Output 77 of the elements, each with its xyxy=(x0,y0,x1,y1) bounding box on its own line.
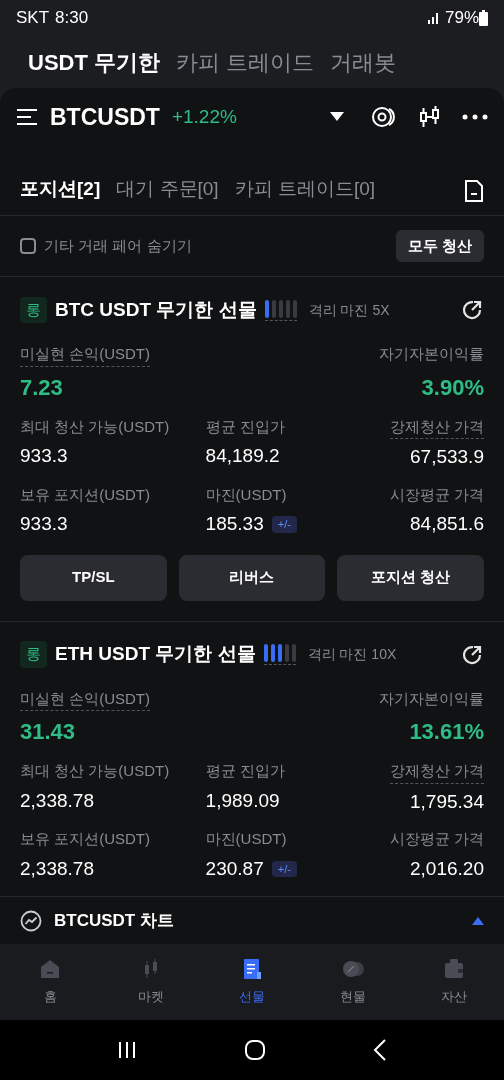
field-value: 1,795.34 xyxy=(410,789,484,814)
more-icon[interactable] xyxy=(462,114,488,120)
adjust-margin-button[interactable]: +/- xyxy=(271,516,297,533)
nav-tab[interactable]: 현물 xyxy=(302,944,404,1020)
expand-caret-icon[interactable] xyxy=(472,916,484,925)
checkbox-label: 기타 거래 페어 숨기기 xyxy=(44,235,192,256)
top-tab[interactable]: 거래봇 xyxy=(330,45,397,79)
clock: 8:30 xyxy=(55,7,89,30)
roe-label: 자기자본이익률 xyxy=(379,344,484,364)
pnl-label: 미실현 손익(USDT) xyxy=(20,687,150,711)
carrier: SKT xyxy=(16,7,50,30)
nav-tab[interactable]: 자산 xyxy=(403,944,504,1020)
hide-pairs-checkbox[interactable] xyxy=(20,238,36,254)
field-label: 보유 포지션(USDT) xyxy=(20,829,150,849)
top-tab[interactable]: 카피 트레이드 xyxy=(176,45,315,79)
field-value: 84,851.6 xyxy=(410,512,484,536)
field-value: 2,338.78 xyxy=(20,856,94,881)
position-title: ETH USDT 무기한 선물 xyxy=(55,642,256,667)
position-title: BTC USDT 무기한 선물 xyxy=(55,297,257,322)
field-label: 평균 진입가 xyxy=(205,761,285,781)
action-button[interactable]: 리버스 xyxy=(178,554,326,601)
roe-value: 13.61% xyxy=(409,718,484,746)
dropdown-caret-icon[interactable] xyxy=(330,112,344,122)
chart-icon xyxy=(20,909,42,932)
signal-icon xyxy=(426,11,441,25)
field-label: 시장평균 가격 xyxy=(389,484,484,505)
nav-tab[interactable]: 마켓 xyxy=(100,944,202,1020)
field-label: 마진(USDT) xyxy=(205,484,287,505)
field-value: 2,338.78 xyxy=(20,788,94,813)
field-value: 230.87 xyxy=(205,856,264,881)
field-label: 최대 청산 가능(USDT) xyxy=(20,416,170,437)
menu-icon[interactable] xyxy=(16,108,38,126)
battery-icon xyxy=(479,10,488,26)
action-button[interactable]: 포지션 청산 xyxy=(337,554,484,601)
long-badge: 롱 xyxy=(20,296,47,324)
field-label: 시장평균 가격 xyxy=(389,829,484,849)
pnl-value: 31.43 xyxy=(20,718,76,746)
adjust-margin-button[interactable]: +/- xyxy=(271,860,297,877)
share-icon[interactable] xyxy=(460,298,484,322)
field-value: 1,989.09 xyxy=(205,788,280,813)
field-value: 67,533.9 xyxy=(410,445,484,469)
roe-value: 3.90% xyxy=(421,373,484,402)
field-label: 보유 포지션(USDT) xyxy=(20,484,150,505)
document-icon[interactable] xyxy=(464,179,484,203)
field-value: 2,016.20 xyxy=(410,856,484,881)
pnl-label: 미실현 손익(USDT) xyxy=(20,343,150,367)
margin-mode: 격리 마진 10X xyxy=(307,645,397,664)
action-button[interactable]: TP/SL xyxy=(20,554,167,601)
price-change: +1.22% xyxy=(171,104,237,129)
position-tab[interactable]: 대기 주문[0] xyxy=(116,174,219,203)
roe-label: 자기자본이익률 xyxy=(379,688,484,709)
home-button-icon[interactable] xyxy=(244,1039,266,1061)
field-value: 84,189.2 xyxy=(205,444,280,468)
field-label: 마진(USDT) xyxy=(205,829,287,849)
long-badge: 롱 xyxy=(20,641,47,668)
position-tab[interactable]: 포지션[2] xyxy=(20,174,101,203)
field-label: 강제청산 가격 xyxy=(389,415,484,439)
recent-apps-icon[interactable] xyxy=(117,1040,138,1060)
field-value: 933.3 xyxy=(20,512,68,536)
close-all-button[interactable]: 모두 청산 xyxy=(395,230,484,262)
pnl-value: 7.23 xyxy=(20,373,63,402)
field-label: 평균 진입가 xyxy=(205,416,285,437)
chart-bar-label[interactable]: BTCUSDT 차트 xyxy=(54,907,174,934)
nav-tab[interactable]: 선물 xyxy=(201,944,303,1020)
back-icon[interactable] xyxy=(372,1039,387,1061)
symbol-title[interactable]: BTCUSDT xyxy=(50,99,160,135)
field-label: 최대 청산 가능(USDT) xyxy=(20,761,170,781)
nav-tab[interactable]: 홈 xyxy=(0,944,101,1020)
top-tab[interactable]: USDT 무기한 xyxy=(28,45,160,79)
field-value: 933.3 xyxy=(20,444,68,468)
field-value: 185.33 xyxy=(205,512,264,536)
concentric-rings-icon[interactable] xyxy=(372,106,398,128)
margin-mode: 격리 마진 5X xyxy=(308,300,390,320)
field-label: 강제청산 가격 xyxy=(389,760,484,784)
candlestick-icon[interactable] xyxy=(418,105,442,129)
position-tab[interactable]: 카피 트레이드[0] xyxy=(234,174,376,203)
battery-level: 79% xyxy=(444,7,479,30)
